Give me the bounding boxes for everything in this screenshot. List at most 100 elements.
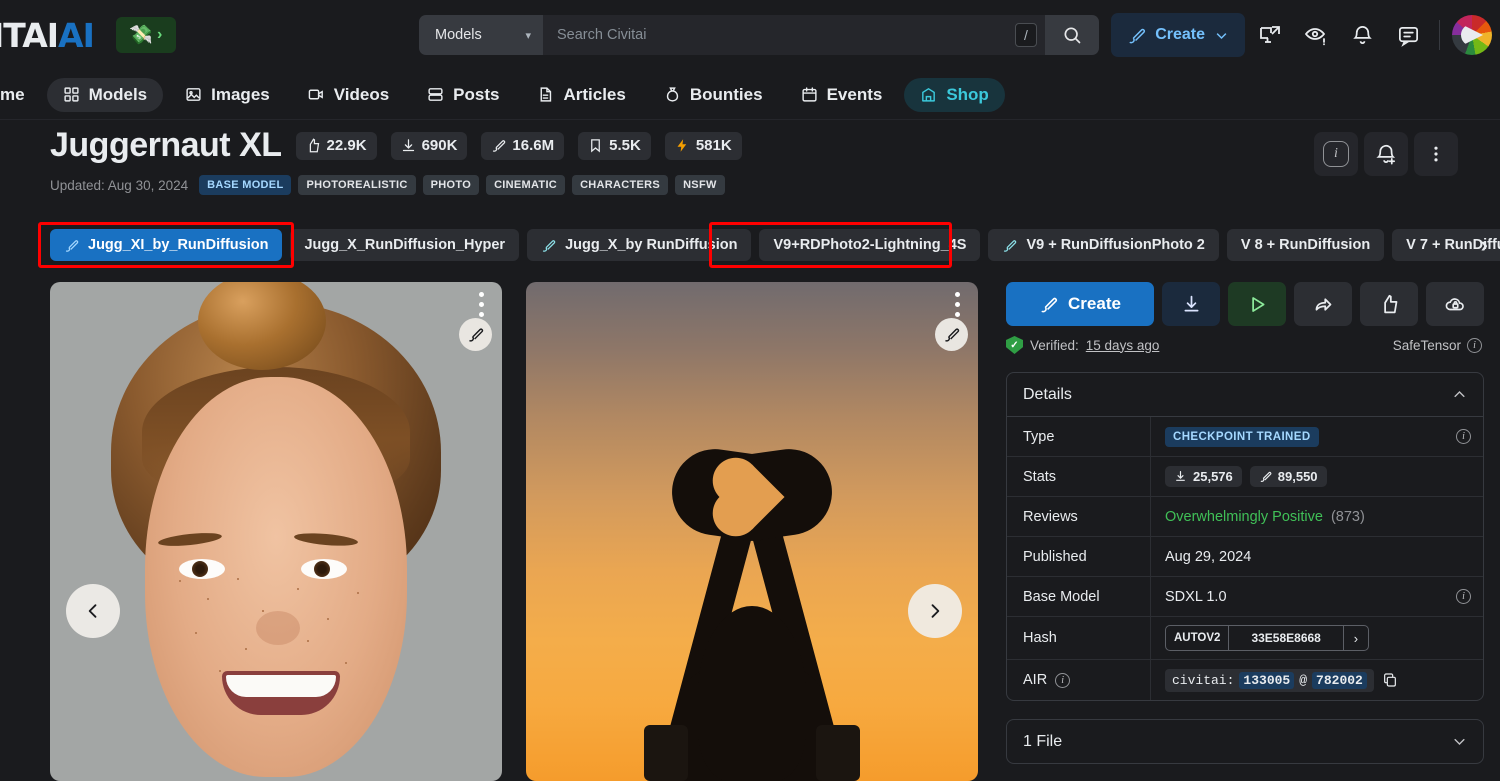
civitai-logo[interactable]: ITAIAI [0, 19, 94, 52]
search-bar[interactable]: Models ▾ / [419, 15, 1099, 55]
safetensor-label: SafeTensor [1393, 338, 1461, 353]
gallery-next-button[interactable] [908, 584, 962, 638]
info-icon[interactable]: i [1055, 673, 1070, 688]
detail-value: SDXL 1.0 i [1151, 577, 1483, 616]
detail-key: Hash [1007, 617, 1151, 659]
run-model-button[interactable] [1228, 282, 1286, 326]
create-with-model-button[interactable]: Create [1006, 282, 1154, 326]
search-category-select[interactable]: Models ▾ [419, 15, 543, 55]
hash-expand-button[interactable]: › [1344, 626, 1368, 650]
stat-generations[interactable]: 16.6M [481, 132, 564, 160]
remix-button[interactable] [935, 318, 968, 351]
detail-row-published: Published Aug 29, 2024 [1007, 537, 1483, 577]
cloud-lock-button[interactable] [1426, 282, 1484, 326]
gallery-prev-button[interactable] [66, 584, 120, 638]
air-key-label: AIR [1023, 672, 1047, 688]
image-options-button[interactable] [955, 292, 960, 317]
downloads-value: 25,576 [1193, 469, 1233, 484]
thumbs-up-icon [1379, 294, 1400, 315]
image-gallery [50, 282, 978, 781]
sidebar-item-shop[interactable]: Shop [904, 78, 1005, 112]
remix-button[interactable] [459, 318, 492, 351]
version-tab-2[interactable]: Jugg_X_by RunDiffusion [527, 229, 751, 261]
chevron-down-icon [1452, 734, 1467, 749]
sidebar-item-articles[interactable]: Articles [521, 78, 641, 112]
tag-photo[interactable]: PHOTO [423, 175, 479, 195]
files-card[interactable]: 1 File [1006, 719, 1484, 764]
gallery-image-sunset[interactable] [526, 282, 978, 781]
sidebar-item-events[interactable]: Events [785, 78, 899, 112]
version-tab-3[interactable]: V9+RDPhoto2-Lightning_4S [759, 229, 980, 261]
download-button[interactable] [1162, 282, 1220, 326]
like-button[interactable] [1360, 282, 1418, 326]
model-header: Juggernaut XL 22.9K 690K 16.6M 5.5K [50, 126, 742, 195]
chevron-right-icon: › [157, 26, 162, 44]
details-header[interactable]: Details [1007, 373, 1483, 417]
sidebar-item-models[interactable]: Models [47, 78, 164, 112]
image-icon [185, 86, 202, 103]
monitor-share-button[interactable] [1249, 14, 1291, 56]
video-icon [308, 86, 325, 103]
detail-value: Overwhelmingly Positive (873) [1151, 497, 1483, 536]
version-tab-5[interactable]: V 8 + RunDiffusion [1227, 229, 1384, 261]
sidebar-item-bounties[interactable]: Bounties [648, 78, 779, 112]
chat-button[interactable] [1387, 14, 1429, 56]
search-input-container[interactable]: / [543, 15, 1045, 55]
logo-area[interactable]: ITAIAI 💸 › [0, 17, 176, 53]
download-icon [1181, 294, 1202, 315]
tag-characters[interactable]: CHARACTERS [572, 175, 668, 195]
info-icon[interactable]: i [1467, 338, 1482, 353]
brush-icon [467, 326, 484, 343]
hash-box[interactable]: AUTOV2 33E58E8668 › [1165, 625, 1369, 651]
stat-likes[interactable]: 22.9K [296, 132, 377, 160]
notifications-button[interactable] [1341, 14, 1383, 56]
more-options-button[interactable] [1414, 132, 1458, 176]
eye-alert-button[interactable] [1295, 14, 1337, 56]
share-button[interactable] [1294, 282, 1352, 326]
share-icon [1313, 294, 1334, 315]
sidebar-item-home[interactable]: me [0, 78, 41, 112]
create-button[interactable]: Create [1111, 13, 1245, 57]
stat-bookmarks[interactable]: 5.5K [578, 132, 651, 160]
version-tab-label: V9+RDPhoto2-Lightning_4S [773, 237, 966, 253]
sidebar-item-videos[interactable]: Videos [292, 78, 405, 112]
verified-prefix: Verified: [1030, 338, 1079, 353]
tag-cinematic[interactable]: CINEMATIC [486, 175, 565, 195]
tag-nsfw[interactable]: NSFW [675, 175, 725, 195]
sidebar-item-posts[interactable]: Posts [411, 78, 515, 112]
main-nav: me Models Images Videos Posts Articles [0, 70, 1500, 120]
info-icon[interactable]: i [1456, 429, 1471, 444]
verified-time[interactable]: 15 days ago [1086, 338, 1160, 353]
tag-base-model[interactable]: BASE MODEL [199, 175, 291, 195]
version-tab-0[interactable]: Jugg_XI_by_RunDiffusion [50, 229, 282, 261]
detail-row-air: AIR i civitai: 133005 @ 782002 [1007, 660, 1483, 700]
air-version-id: 782002 [1312, 672, 1367, 689]
detail-row-reviews: Reviews Overwhelmingly Positive (873) [1007, 497, 1483, 537]
subscribe-notify-button[interactable] [1364, 132, 1408, 176]
version-scroll-next-button[interactable]: › [1481, 232, 1488, 258]
search-input[interactable] [557, 27, 1015, 43]
image-options-button[interactable] [479, 292, 484, 317]
version-tab-1[interactable]: Jugg_X_RunDiffusion_Hyper [290, 229, 519, 261]
stat-value: 22.9K [327, 137, 367, 154]
stat-buzz[interactable]: 581K [665, 132, 742, 160]
brush-icon [1039, 295, 1058, 314]
search-submit-button[interactable] [1045, 15, 1099, 55]
stat-downloads[interactable]: 690K [391, 132, 468, 160]
version-tab-4[interactable]: V9 + RunDiffusionPhoto 2 [988, 229, 1218, 261]
verified-row: Verified: 15 days ago SafeTensor i [1006, 336, 1484, 354]
portrait-photo [50, 282, 502, 781]
info-icon[interactable]: i [1456, 589, 1471, 604]
buzz-balance-button[interactable]: 💸 › [116, 17, 176, 53]
review-sentiment[interactable]: Overwhelmingly Positive [1165, 509, 1323, 525]
posts-icon [427, 86, 444, 103]
avatar[interactable] [1452, 15, 1492, 55]
version-tabs: Jugg_XI_by_RunDiffusion Jugg_X_RunDiffus… [50, 228, 1482, 262]
generations-value: 89,550 [1278, 469, 1318, 484]
tag-photorealistic[interactable]: PHOTOREALISTIC [298, 175, 415, 195]
gallery-image-portrait[interactable] [50, 282, 502, 781]
model-info-button[interactable]: i [1314, 132, 1358, 176]
air-model-id: 133005 [1239, 672, 1294, 689]
create-button-label: Create [1155, 26, 1205, 44]
sidebar-item-images[interactable]: Images [169, 78, 286, 112]
